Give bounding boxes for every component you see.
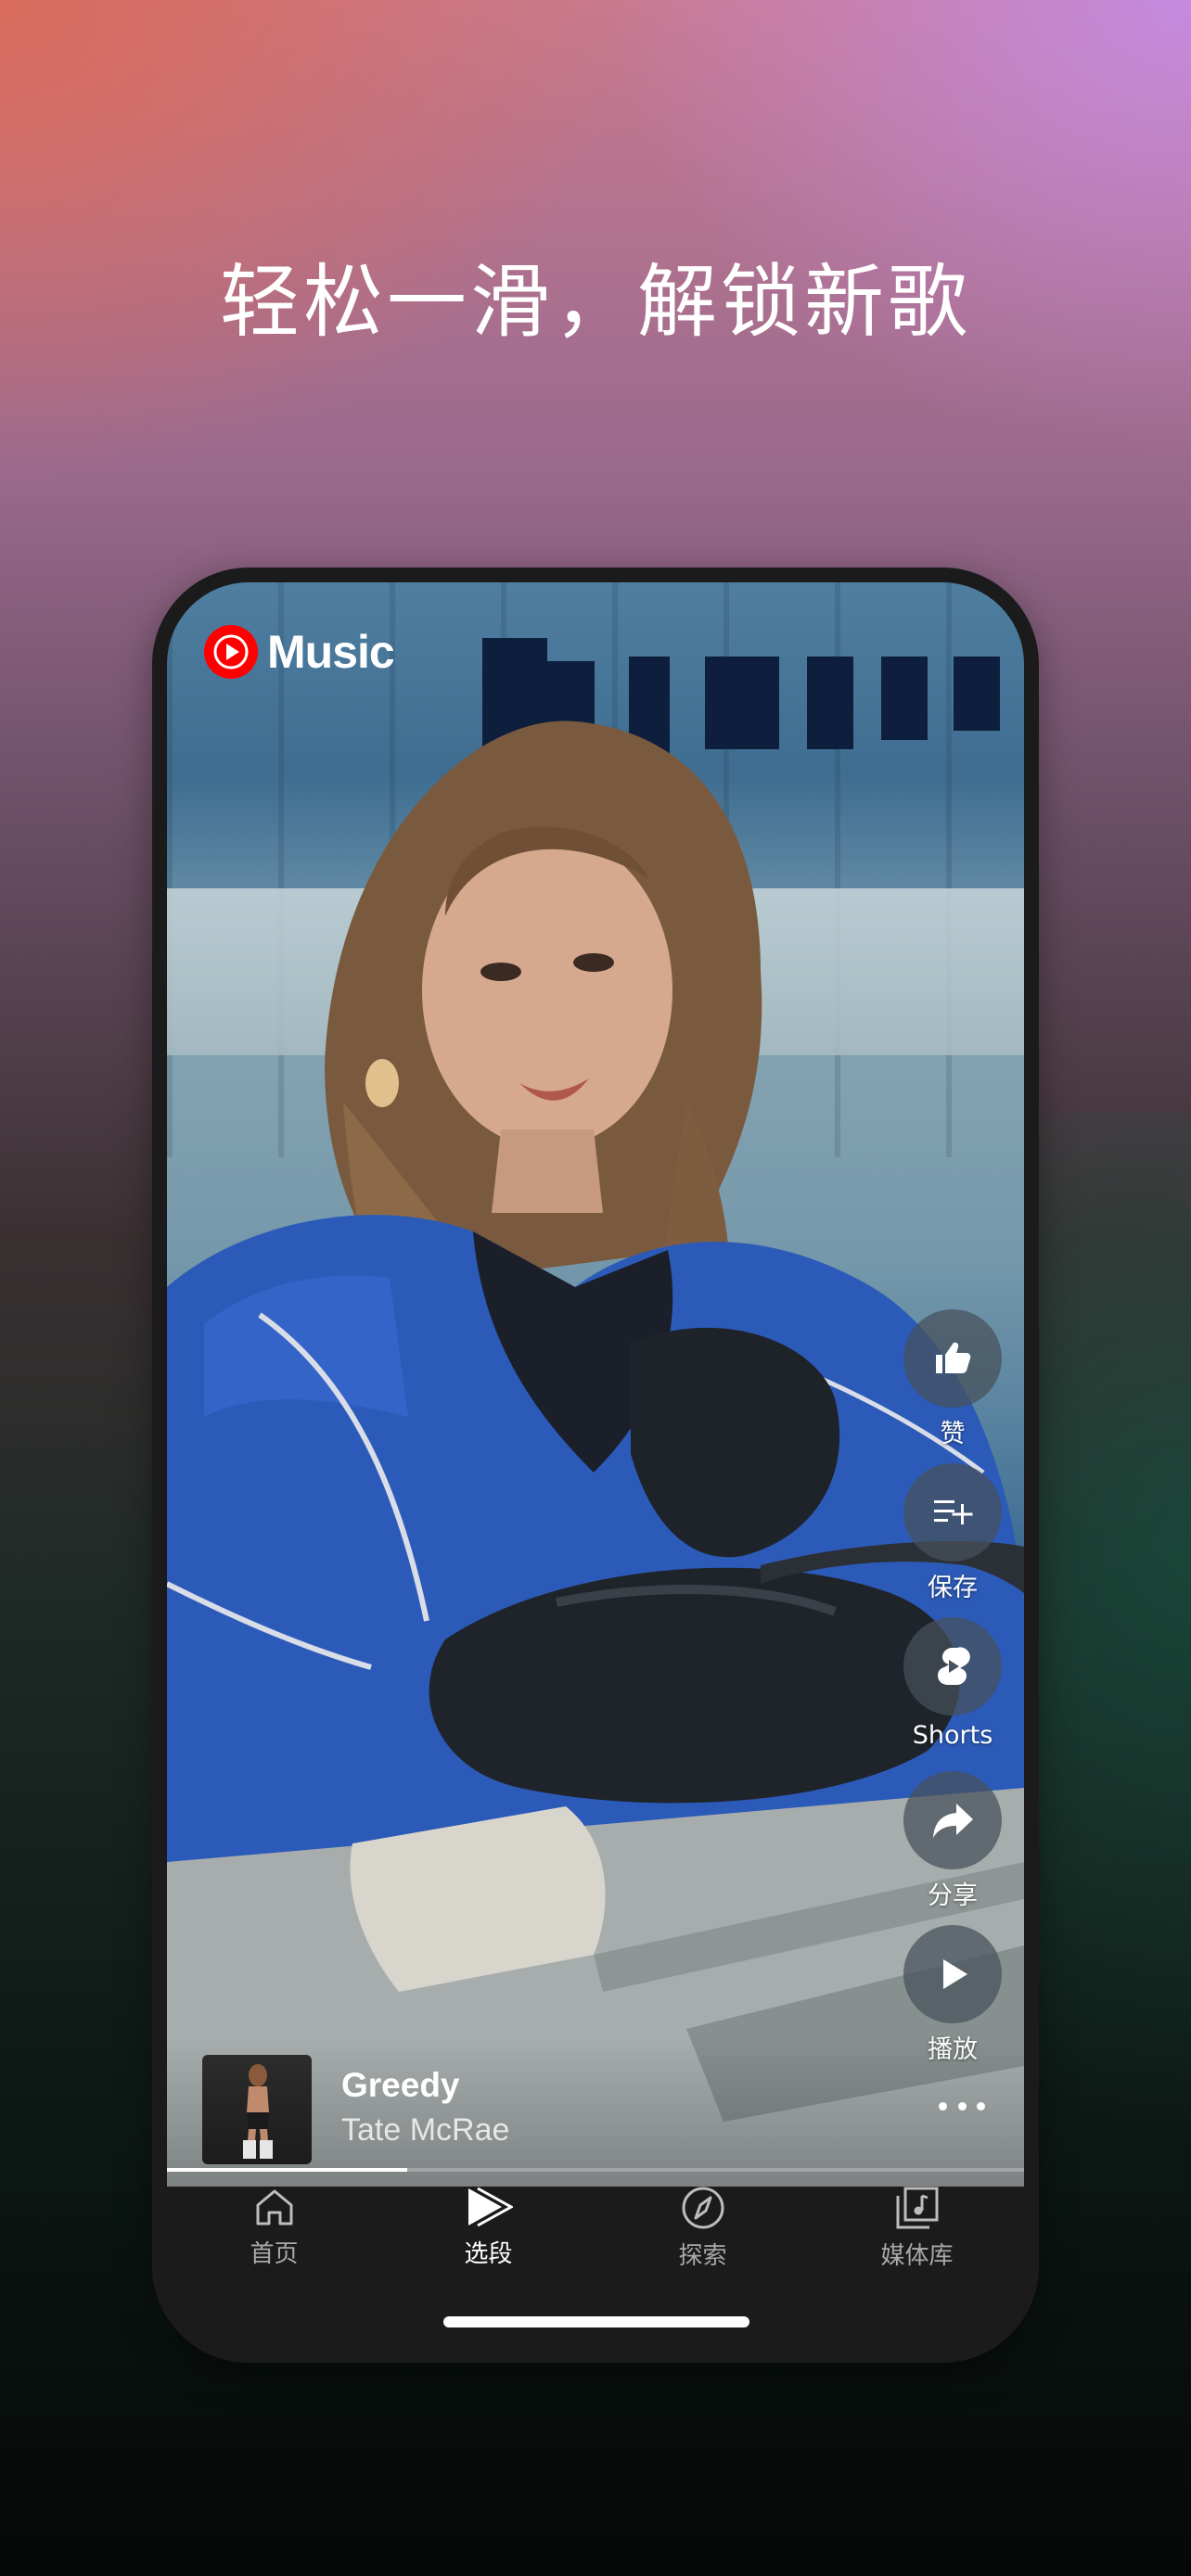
- like-label: 赞: [940, 1420, 966, 1448]
- thumbs-up-icon: [936, 1342, 971, 1373]
- share-icon: [933, 1804, 973, 1838]
- song-title[interactable]: Greedy: [341, 2066, 460, 2105]
- save-action[interactable]: 保存: [902, 1463, 1004, 1603]
- home-indicator[interactable]: [443, 2316, 749, 2327]
- nav-item-samples[interactable]: 选段: [381, 2172, 596, 2283]
- samples-icon: [467, 2187, 513, 2227]
- nav-label-samples: 选段: [464, 2240, 513, 2268]
- share-button[interactable]: [903, 1771, 1002, 1869]
- share-action[interactable]: 分享: [902, 1771, 1004, 1911]
- like-button[interactable]: [903, 1309, 1002, 1408]
- save-label: 保存: [928, 1574, 978, 1602]
- app-logo-text: Music: [267, 626, 395, 678]
- app-store-screenshot: 轻松一滑，解锁新歌 Music 赞 保存 Shorts 分享 Greedy Ta…: [0, 0, 1191, 2576]
- youtube-music-icon: [204, 625, 258, 679]
- shorts-label: Shorts: [912, 1721, 993, 1750]
- shorts-button[interactable]: [903, 1617, 1002, 1715]
- more-options-button[interactable]: [939, 2092, 985, 2120]
- now-playing-bar[interactable]: Greedy Tate McRae: [167, 2038, 1024, 2187]
- nav-item-explore[interactable]: 探索: [596, 2172, 810, 2283]
- playback-progress-fill: [167, 2168, 407, 2172]
- nav-label-home: 首页: [250, 2240, 299, 2268]
- nav-item-library[interactable]: 媒体库: [810, 2172, 1024, 2283]
- nav-label-explore: 探索: [678, 2242, 727, 2270]
- video-person-figure: [167, 721, 1024, 2187]
- nav-item-home[interactable]: 首页: [167, 2172, 381, 2283]
- play-button[interactable]: [903, 1925, 1002, 2023]
- video-background: Music 赞 保存 Shorts 分享 Greedy Tate McRae: [167, 582, 1024, 2187]
- library-icon: [896, 2187, 938, 2229]
- bottom-navigation: 首页 选段 探索 媒体库: [167, 2172, 1024, 2283]
- phone-frame: Music 赞 保存 Shorts 分享 Greedy Tate McRae 首…: [152, 567, 1039, 2363]
- playlist-add-icon: [934, 1500, 973, 1524]
- more-horizontal-icon: [957, 2101, 967, 2111]
- more-horizontal-icon: [939, 2101, 947, 2111]
- app-logo[interactable]: Music: [204, 625, 395, 679]
- nav-label-library: 媒体库: [880, 2242, 954, 2270]
- save-button[interactable]: [903, 1463, 1002, 1562]
- song-artist[interactable]: Tate McRae: [341, 2112, 509, 2149]
- share-label: 分享: [928, 1881, 978, 1910]
- shorts-icon: [938, 1647, 970, 1685]
- more-horizontal-icon: [977, 2101, 985, 2111]
- home-icon: [256, 2189, 292, 2225]
- explore-compass-icon: [682, 2187, 724, 2229]
- shorts-action[interactable]: Shorts: [902, 1617, 1004, 1750]
- album-art-image: [243, 2064, 273, 2159]
- play-icon: [943, 1959, 967, 1989]
- playback-progress-bar[interactable]: [167, 2168, 1024, 2172]
- album-thumbnail[interactable]: [202, 2055, 312, 2164]
- like-action[interactable]: 赞: [902, 1309, 1004, 1449]
- promo-headline: 轻松一滑，解锁新歌: [220, 256, 971, 349]
